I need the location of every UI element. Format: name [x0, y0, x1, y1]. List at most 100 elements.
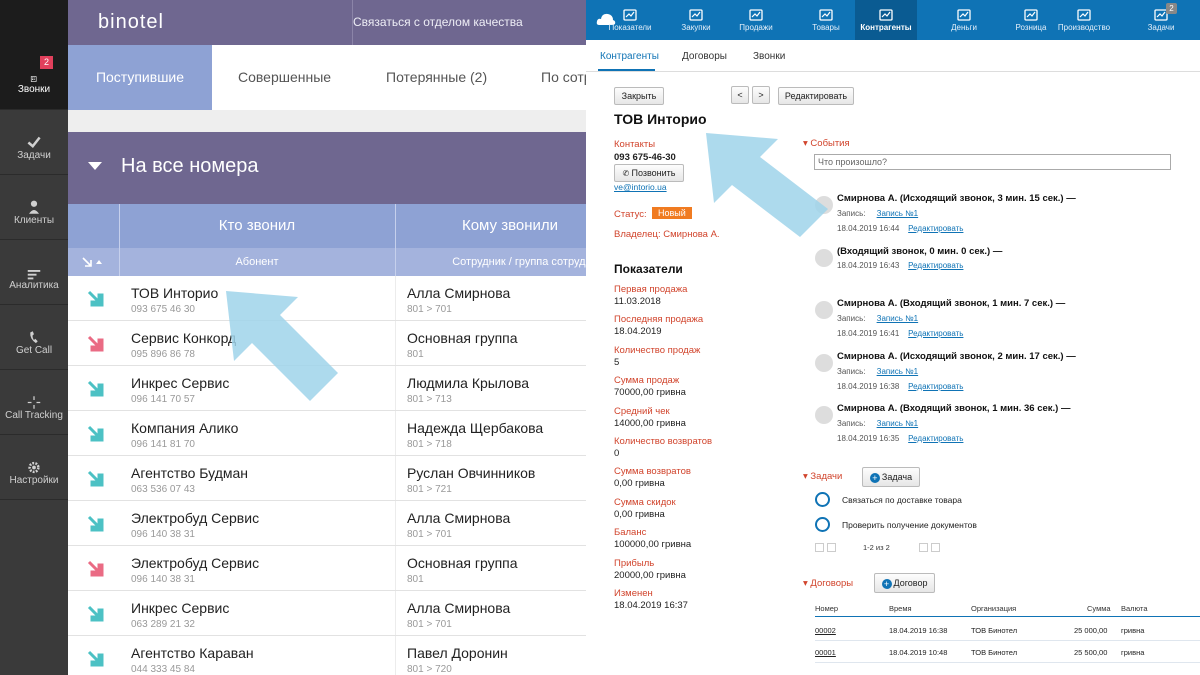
contact-email[interactable]: ve@intorio.ua [614, 182, 667, 192]
incoming-call-icon [87, 515, 104, 532]
event-edit-link[interactable]: Редактировать [908, 329, 963, 338]
pager-prev[interactable] [827, 543, 836, 552]
event-edit-link[interactable]: Редактировать [908, 224, 963, 233]
events-title[interactable]: События [803, 138, 849, 149]
sidebar-item-tasks[interactable]: Задачи [0, 110, 68, 175]
incoming-call-icon [87, 470, 104, 487]
sidebar-item-analytics[interactable]: Аналитика [0, 240, 68, 305]
event-title: Смирнова А. (Входящий звонок, 1 мин. 7 с… [837, 298, 1066, 309]
caller-phone: 096 140 38 31 [131, 529, 195, 540]
callee-name: Алла Смирнова [407, 285, 511, 301]
callee-name: Алла Смирнова [407, 510, 511, 526]
event-edit-link[interactable]: Редактировать [908, 382, 963, 391]
sidebar-item-calls[interactable]: 2 Звонки [0, 0, 68, 110]
close-button[interactable]: Закрыть [614, 87, 664, 105]
active-tab-underline [598, 69, 655, 71]
next-button[interactable]: > [752, 86, 770, 104]
event-edit-link[interactable]: Редактировать [908, 261, 963, 270]
table-row[interactable]: Агентство Караван 044 333 45 84 Павел До… [68, 636, 586, 675]
sidebar-item-label: Звонки [17, 84, 51, 95]
edit-button[interactable]: Редактировать [778, 87, 854, 105]
section-header[interactable]: На все номера [68, 132, 586, 204]
table-row[interactable]: Инкрес Сервис 063 289 21 32 Алла Смирнов… [68, 591, 586, 636]
sidebar-item-settings[interactable]: Настройки [0, 435, 68, 500]
pager-first[interactable] [815, 543, 824, 552]
contract-number[interactable]: 00002 [815, 626, 836, 635]
record-link[interactable]: Запись №1 [877, 209, 919, 218]
contract-time: 18.04.2019 10:48 [889, 648, 948, 657]
th-number: Номер [815, 604, 839, 613]
row-rule [815, 640, 1200, 641]
tab-outgoing[interactable]: Совершенные [238, 45, 331, 110]
sidebar-item-clients[interactable]: Клиенты [0, 175, 68, 240]
table-row[interactable]: Сервис Конкорд 095 896 86 78 Основная гр… [68, 321, 586, 366]
record-link[interactable]: Запись №1 [877, 314, 919, 323]
contract-sum: 25 000,00 [1074, 626, 1108, 635]
event-date: 18.04.2019 16:43 [837, 260, 900, 270]
pager-next[interactable] [919, 543, 928, 552]
sidebar-item-calltracking[interactable]: Call Tracking [0, 370, 68, 435]
incoming-call-icon [87, 290, 104, 307]
contract-number[interactable]: 00001 [815, 648, 836, 657]
nav-basket[interactable]: Закупки [671, 0, 721, 40]
record-link[interactable]: Запись №1 [877, 367, 919, 376]
calls-table: ТОВ Инторио 093 675 46 30 Алла Смирнова … [68, 276, 586, 675]
subtab-counterparties[interactable]: Контрагенты [600, 51, 659, 62]
call-button[interactable]: ✆ Позвонить [614, 164, 684, 182]
tasks-title[interactable]: Задачи [803, 471, 842, 482]
sort-icon[interactable] [82, 256, 104, 268]
metrics-title: Показатели [614, 262, 683, 276]
table-row[interactable]: ТОВ Инторио 093 675 46 30 Алла Смирнова … [68, 276, 586, 321]
caller-name: Сервис Конкорд [131, 330, 237, 346]
nav-checklist[interactable]: Задачи 2 [1141, 0, 1181, 40]
metric-value: 20000,00 гривна [614, 569, 686, 581]
callee-name: Руслан Овчинников [407, 465, 536, 481]
contacts-label: Контакты [614, 139, 656, 150]
task-checkbox[interactable] [815, 492, 830, 507]
task-checkbox[interactable] [815, 517, 830, 532]
table-row[interactable]: Электробуд Сервис 096 140 38 31 Основная… [68, 546, 586, 591]
nav-people[interactable]: Контрагенты [855, 0, 917, 40]
prev-button[interactable]: < [731, 86, 749, 104]
nav-bag[interactable]: Продажи [731, 0, 781, 40]
table-row[interactable]: Компания Алико 096 141 81 70 Надежда Щер… [68, 411, 586, 456]
tab-incoming[interactable]: Поступившие [68, 45, 212, 110]
metric-label: Средний чек [614, 405, 670, 417]
owner: Владелец: Смирнова А. [614, 229, 720, 240]
callee-ext: 801 > 701 [407, 529, 452, 540]
record-label: Запись: [837, 314, 866, 323]
divider [395, 501, 396, 545]
nav-store[interactable]: Розница [1007, 0, 1055, 40]
record-link[interactable]: Запись №1 [877, 419, 919, 428]
factory-icon [1077, 9, 1091, 21]
sidebar-item-getcall[interactable]: Get Call [0, 305, 68, 370]
nav-factory[interactable]: Производство [1056, 0, 1112, 40]
table-row[interactable]: Агентство Будман 063 536 07 43 Руслан Ов… [68, 456, 586, 501]
contract-time: 18.04.2019 16:38 [889, 626, 948, 635]
callee-ext: 801 > 718 [407, 439, 452, 450]
table-row[interactable]: Инкрес Сервис 096 141 70 57 Людмила Крыл… [68, 366, 586, 411]
caller-name: ТОВ Инторио [131, 285, 219, 301]
add-contract-button[interactable]: + Договор [874, 573, 935, 593]
people-icon [879, 9, 893, 21]
tab-by-employee[interactable]: По сотр [541, 45, 586, 110]
caller-phone: 063 289 21 32 [131, 619, 195, 630]
pager-last[interactable] [931, 543, 940, 552]
event-edit-link[interactable]: Редактировать [908, 434, 963, 443]
col-whom-called: Кому звонили [461, 217, 559, 234]
event-date: 18.04.2019 16:41 [837, 329, 900, 338]
contracts-title[interactable]: Договоры [803, 578, 853, 589]
table-row[interactable]: Электробуд Сервис 096 140 38 31 Алла Сми… [68, 501, 586, 546]
subtab-contracts[interactable]: Договоры [682, 51, 727, 62]
events-input[interactable]: Что произошло? [814, 154, 1171, 170]
task-item: Проверить получение документов [842, 520, 977, 530]
nav-chart[interactable]: Показатели [604, 0, 656, 40]
nav-wallet[interactable]: Деньги [943, 0, 985, 40]
binotel-topbar: binotel Связаться с отделом качества [68, 0, 586, 45]
tab-lost[interactable]: Потерянные (2) [386, 45, 487, 110]
nav-cart[interactable]: Товары [801, 0, 851, 40]
subtab-calls[interactable]: Звонки [753, 51, 785, 62]
add-task-button[interactable]: + Задача [862, 467, 920, 487]
store-icon [1024, 9, 1038, 21]
quality-link[interactable]: Связаться с отделом качества [352, 0, 523, 45]
